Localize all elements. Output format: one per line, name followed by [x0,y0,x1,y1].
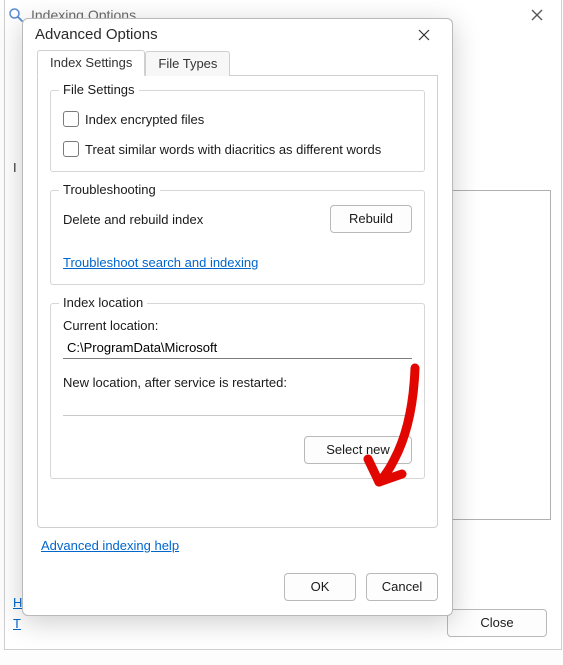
file-settings-group: File Settings Index encrypted files Trea… [50,90,425,172]
index-encrypted-checkbox[interactable] [63,111,79,127]
parent-link-1[interactable]: H [13,595,22,610]
file-settings-legend: File Settings [59,82,139,97]
troubleshooting-group: Troubleshooting Delete and rebuild index… [50,190,425,285]
indexing-options-close-bottom-button[interactable]: Close [447,609,547,637]
index-encrypted-label: Index encrypted files [85,112,204,127]
ok-button[interactable]: OK [284,573,356,601]
cancel-button[interactable]: Cancel [366,573,438,601]
current-location-label: Current location: [63,318,412,333]
parent-left-column: I H T [13,160,22,631]
advanced-options-titlebar: Advanced Options [23,19,452,50]
tab-file-types[interactable]: File Types [145,51,230,76]
advanced-options-dialog: Advanced Options Index Settings File Typ… [22,18,453,616]
new-location-label: New location, after service is restarted… [63,375,412,390]
dialog-button-row: OK Cancel [23,563,452,615]
parent-link-2[interactable]: T [13,616,22,631]
tab-strip: Index Settings File Types [37,50,438,76]
troubleshooting-legend: Troubleshooting [59,182,160,197]
indexing-options-close-button[interactable] [515,1,559,29]
rebuild-button[interactable]: Rebuild [330,205,412,233]
close-button[interactable] [404,20,444,50]
parent-label-fragment: I [13,160,22,175]
diacritics-label: Treat similar words with diacritics as d… [85,142,381,157]
troubleshoot-search-link[interactable]: Troubleshoot search and indexing [63,255,258,270]
advanced-indexing-help-link[interactable]: Advanced indexing help [41,538,179,553]
current-location-field[interactable] [63,337,412,359]
index-location-legend: Index location [59,295,147,310]
select-new-button[interactable]: Select new [304,436,412,464]
index-location-group: Index location Current location: New loc… [50,303,425,479]
new-location-field[interactable] [63,394,412,416]
tab-panel-index-settings: File Settings Index encrypted files Trea… [37,76,438,528]
diacritics-checkbox[interactable] [63,141,79,157]
advanced-options-title: Advanced Options [35,26,158,43]
tab-index-settings[interactable]: Index Settings [37,50,145,76]
delete-rebuild-label: Delete and rebuild index [63,212,203,227]
